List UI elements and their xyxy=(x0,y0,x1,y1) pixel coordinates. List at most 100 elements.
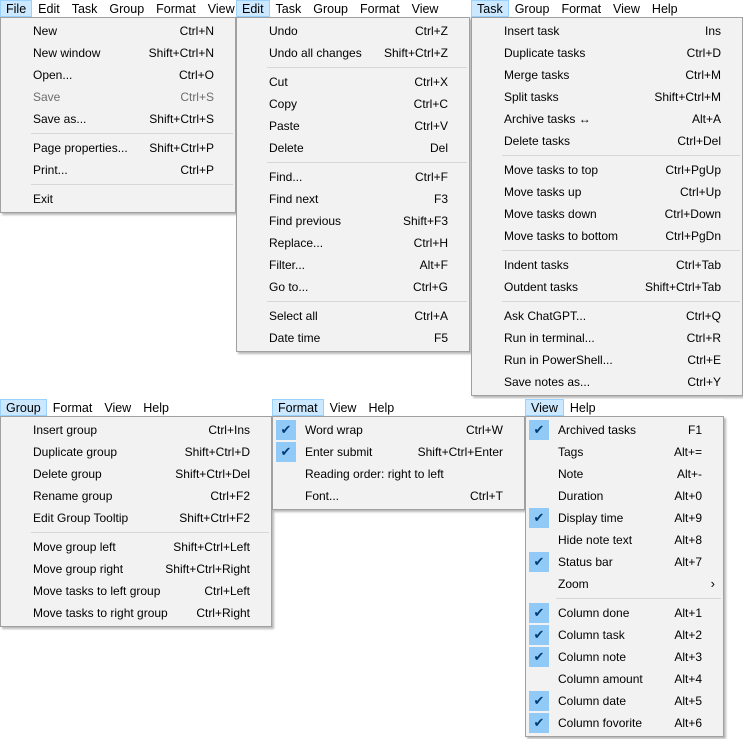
menu-item-duplicate-group[interactable]: Duplicate group Shift+Ctrl+D xyxy=(1,441,271,463)
menu-item-move-tasks-to-left-group[interactable]: Move tasks to left group Ctrl+Left xyxy=(1,580,271,602)
menu-item-move-tasks-to-top[interactable]: Move tasks to top Ctrl+PgUp xyxy=(472,159,742,181)
menubar-item-format[interactable]: Format xyxy=(272,399,324,416)
menu-item-column-task[interactable]: ✔ Column task Alt+2 xyxy=(526,624,723,646)
menu-item-hide-note-text[interactable]: Hide note text Alt+8 xyxy=(526,529,723,551)
menubar-item-task[interactable]: Task xyxy=(66,0,104,17)
menubar-item-task[interactable]: Task xyxy=(270,0,308,17)
menu-item-new-window[interactable]: New window Shift+Ctrl+N xyxy=(1,42,235,64)
menu-item-delete-group[interactable]: Delete group Shift+Ctrl+Del xyxy=(1,463,271,485)
menubar-item-view[interactable]: View xyxy=(98,399,137,416)
menu-item-outdent-tasks[interactable]: Outdent tasks Shift+Ctrl+Tab xyxy=(472,276,742,298)
menu-item-date-time[interactable]: Date time F5 xyxy=(237,327,469,349)
menubar-item-view[interactable]: View xyxy=(525,399,564,416)
menu-item-new[interactable]: New Ctrl+N xyxy=(1,20,235,42)
menu-item-word-wrap[interactable]: ✔ Word wrap Ctrl+W xyxy=(273,419,524,441)
menu-item-label: Merge tasks xyxy=(504,68,570,82)
menu-item-move-group-left[interactable]: Move group left Shift+Ctrl+Left xyxy=(1,536,271,558)
menu-item-label: Run in PowerShell... xyxy=(504,353,613,367)
menu-item-note[interactable]: Note Alt+- xyxy=(526,463,723,485)
menu-item-status-bar[interactable]: ✔ Status bar Alt+7 xyxy=(526,551,723,573)
menu-item-archive-tasks[interactable]: Archive tasks ↔ Alt+A xyxy=(472,108,742,130)
menubar-item-view[interactable]: View xyxy=(202,0,241,17)
check-icon: ✔ xyxy=(529,603,549,623)
menu-item-paste[interactable]: Paste Ctrl+V xyxy=(237,115,469,137)
menu-item-save-notes-as[interactable]: Save notes as... Ctrl+Y xyxy=(472,371,742,393)
menu-item-shortcut: Ins xyxy=(704,24,721,38)
menu-item-filter[interactable]: Filter... Alt+F xyxy=(237,254,469,276)
menu-item-print[interactable]: Print... Ctrl+P xyxy=(1,159,235,181)
menu-item-move-tasks-to-right-group[interactable]: Move tasks to right group Ctrl+Right xyxy=(1,602,271,624)
menubar-item-group[interactable]: Group xyxy=(103,0,150,17)
menu-item-enter-submit[interactable]: ✔ Enter submit Shift+Ctrl+Enter xyxy=(273,441,524,463)
menu-item-insert-group[interactable]: Insert group Ctrl+Ins xyxy=(1,419,271,441)
menu-item-duplicate-tasks[interactable]: Duplicate tasks Ctrl+D xyxy=(472,42,742,64)
menu-item-undo-all-changes[interactable]: Undo all changes Shift+Ctrl+Z xyxy=(237,42,469,64)
menubar-item-file[interactable]: File xyxy=(0,0,33,17)
menu-item-select-all[interactable]: Select all Ctrl+A xyxy=(237,305,469,327)
menubar-item-help[interactable]: Help xyxy=(646,0,684,17)
menu-item-run-in-terminal[interactable]: Run in terminal... Ctrl+R xyxy=(472,327,742,349)
menu-item-rename-group[interactable]: Rename group Ctrl+F2 xyxy=(1,485,271,507)
menu-item-page-properties[interactable]: Page properties... Shift+Ctrl+P xyxy=(1,137,235,159)
menu-item-shortcut: Ctrl+S xyxy=(180,90,214,104)
menubar-item-format[interactable]: Format xyxy=(555,0,607,17)
menubar-item-group[interactable]: Group xyxy=(509,0,556,17)
menubar-item-format[interactable]: Format xyxy=(150,0,202,17)
menu-item-merge-tasks[interactable]: Merge tasks Ctrl+M xyxy=(472,64,742,86)
menu-item-open[interactable]: Open... Ctrl+O xyxy=(1,64,235,86)
menubar-item-view[interactable]: View xyxy=(406,0,445,17)
menu-item-move-tasks-down[interactable]: Move tasks down Ctrl+Down xyxy=(472,203,742,225)
menu-item-column-fovorite[interactable]: ✔ Column fovorite Alt+6 xyxy=(526,712,723,734)
menubar-item-help[interactable]: Help xyxy=(362,399,400,416)
menu-item-column-date[interactable]: ✔ Column date Alt+5 xyxy=(526,690,723,712)
menu-item-go-to[interactable]: Go to... Ctrl+G xyxy=(237,276,469,298)
menu-item-label: Find... xyxy=(269,170,303,184)
menubar-item-edit[interactable]: Edit xyxy=(236,0,270,17)
menu-item-font[interactable]: Font... Ctrl+T xyxy=(273,485,524,507)
menu-item-label: Column done xyxy=(558,606,630,620)
menubar-item-group[interactable]: Group xyxy=(0,399,47,416)
menu-item-insert-task[interactable]: Insert task Ins xyxy=(472,20,742,42)
menu-item-column-amount[interactable]: Column amount Alt+4 xyxy=(526,668,723,690)
menu-item-split-tasks[interactable]: Split tasks Shift+Ctrl+M xyxy=(472,86,742,108)
menubar-item-help[interactable]: Help xyxy=(137,399,175,416)
menu-item-delete[interactable]: Delete Del xyxy=(237,137,469,159)
menu-item-exit[interactable]: Exit xyxy=(1,188,235,210)
menubar-item-format[interactable]: Format xyxy=(47,399,99,416)
menu-item-move-tasks-to-bottom[interactable]: Move tasks to bottom Ctrl+PgDn xyxy=(472,225,742,247)
menu-item-tags[interactable]: Tags Alt+= xyxy=(526,441,723,463)
menu-item-indent-tasks[interactable]: Indent tasks Ctrl+Tab xyxy=(472,254,742,276)
menu-item-find[interactable]: Find... Ctrl+F xyxy=(237,166,469,188)
menu-item-cut[interactable]: Cut Ctrl+X xyxy=(237,71,469,93)
menu-item-save-as[interactable]: Save as... Shift+Ctrl+S xyxy=(1,108,235,130)
menu-item-shortcut: Ctrl+W xyxy=(466,423,503,437)
menu-item-delete-tasks[interactable]: Delete tasks Ctrl+Del xyxy=(472,130,742,152)
menu-item-find-previous[interactable]: Find previous Shift+F3 xyxy=(237,210,469,232)
menu-item-column-note[interactable]: ✔ Column note Alt+3 xyxy=(526,646,723,668)
menubar-item-group[interactable]: Group xyxy=(307,0,354,17)
menu-item-shortcut: Shift+F3 xyxy=(402,214,448,228)
menu-item-edit-group-tooltip[interactable]: Edit Group Tooltip Shift+Ctrl+F2 xyxy=(1,507,271,529)
menu-item-duration[interactable]: Duration Alt+0 xyxy=(526,485,723,507)
menubar-item-view[interactable]: View xyxy=(607,0,646,17)
menu-item-undo[interactable]: Undo Ctrl+Z xyxy=(237,20,469,42)
menubar-item-help[interactable]: Help xyxy=(564,399,602,416)
menu-item-replace[interactable]: Replace... Ctrl+H xyxy=(237,232,469,254)
menu-item-display-time[interactable]: ✔ Display time Alt+9 xyxy=(526,507,723,529)
menu-item-archived-tasks[interactable]: ✔ Archived tasks F1 xyxy=(526,419,723,441)
menu-item-column-done[interactable]: ✔ Column done Alt+1 xyxy=(526,602,723,624)
menu-item-shortcut: F3 xyxy=(433,192,448,206)
menubar-item-format[interactable]: Format xyxy=(354,0,406,17)
menu-item-find-next[interactable]: Find next F3 xyxy=(237,188,469,210)
menu-item-copy[interactable]: Copy Ctrl+C xyxy=(237,93,469,115)
menu-item-reading-order-right-to-left[interactable]: Reading order: right to left xyxy=(273,463,524,485)
menu-item-ask-chatgpt[interactable]: Ask ChatGPT... Ctrl+Q xyxy=(472,305,742,327)
menu-item-run-in-powershell[interactable]: Run in PowerShell... Ctrl+E xyxy=(472,349,742,371)
menubar-item-edit[interactable]: Edit xyxy=(32,0,66,17)
menu-item-shortcut: Alt+0 xyxy=(674,489,702,503)
menu-item-move-tasks-up[interactable]: Move tasks up Ctrl+Up xyxy=(472,181,742,203)
menubar-item-task[interactable]: Task xyxy=(471,0,509,17)
menubar-item-view[interactable]: View xyxy=(324,399,363,416)
menu-item-zoom[interactable]: Zoom › xyxy=(526,573,723,595)
menu-item-move-group-right[interactable]: Move group right Shift+Ctrl+Right xyxy=(1,558,271,580)
